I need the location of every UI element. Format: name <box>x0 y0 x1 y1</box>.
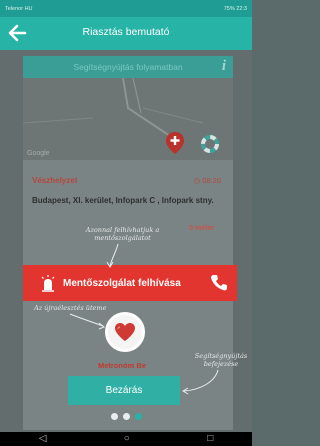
nav-recents-icon[interactable]: □ <box>207 434 213 444</box>
page-dot[interactable] <box>110 413 118 420</box>
ring-buoy-icon <box>201 135 219 153</box>
nav-home-icon[interactable]: ○ <box>124 434 130 444</box>
app-bar: Riasztás bemutató <box>0 17 252 50</box>
close-button[interactable]: Bezárás <box>68 376 180 405</box>
heart-icon <box>115 323 135 341</box>
carrier-label: Telenor HU <box>5 5 33 12</box>
nav-back-icon[interactable]: ◁ <box>39 434 47 444</box>
close-hint-note: Segítségnyújtás befejezése <box>194 352 248 368</box>
page-dot-active[interactable] <box>134 413 142 420</box>
page-title: Riasztás bemutató <box>82 26 170 38</box>
map-view[interactable]: Google <box>23 78 233 160</box>
clock-icon: ◷ <box>193 176 201 185</box>
location-pin-icon <box>166 132 184 154</box>
info-icon[interactable]: i <box>222 58 226 75</box>
map-attribution: Google <box>27 150 50 157</box>
battery-clock: 75% 22:3 <box>223 5 247 12</box>
alert-type: Vészhelyzet <box>32 176 78 185</box>
call-ambulance-button[interactable]: Mentőszolgálat felhívása <box>23 265 237 301</box>
phone-icon <box>211 275 227 291</box>
alert-time-value: 08:20 <box>202 176 221 185</box>
heart-hint-note: Az újraélesztés üteme <box>34 304 107 312</box>
alert-distance: 0 méter <box>189 225 214 232</box>
page-indicator <box>0 413 252 420</box>
metronome-toggle[interactable] <box>105 312 145 352</box>
call-hint-note: Azonnal felhívhatjuk a mentőszolgálatot <box>85 226 160 242</box>
status-banner-text: Segítségnyújtás folyamatban <box>73 62 183 72</box>
system-nav-bar: ◁ ○ □ <box>0 432 252 446</box>
alert-time: ◷ 08:20 <box>194 176 221 185</box>
call-ambulance-label: Mentőszolgálat felhívása <box>63 277 181 289</box>
status-banner: Segítségnyújtás folyamatban i <box>23 56 233 78</box>
page-dot[interactable] <box>122 413 130 420</box>
siren-icon <box>41 275 55 292</box>
alert-address: Budapest, XI. kerület, Infopark C , Info… <box>32 196 214 205</box>
status-bar: Telenor HU 75% 22:3 <box>0 0 252 17</box>
metronome-label: Metronóm Be <box>98 361 146 370</box>
